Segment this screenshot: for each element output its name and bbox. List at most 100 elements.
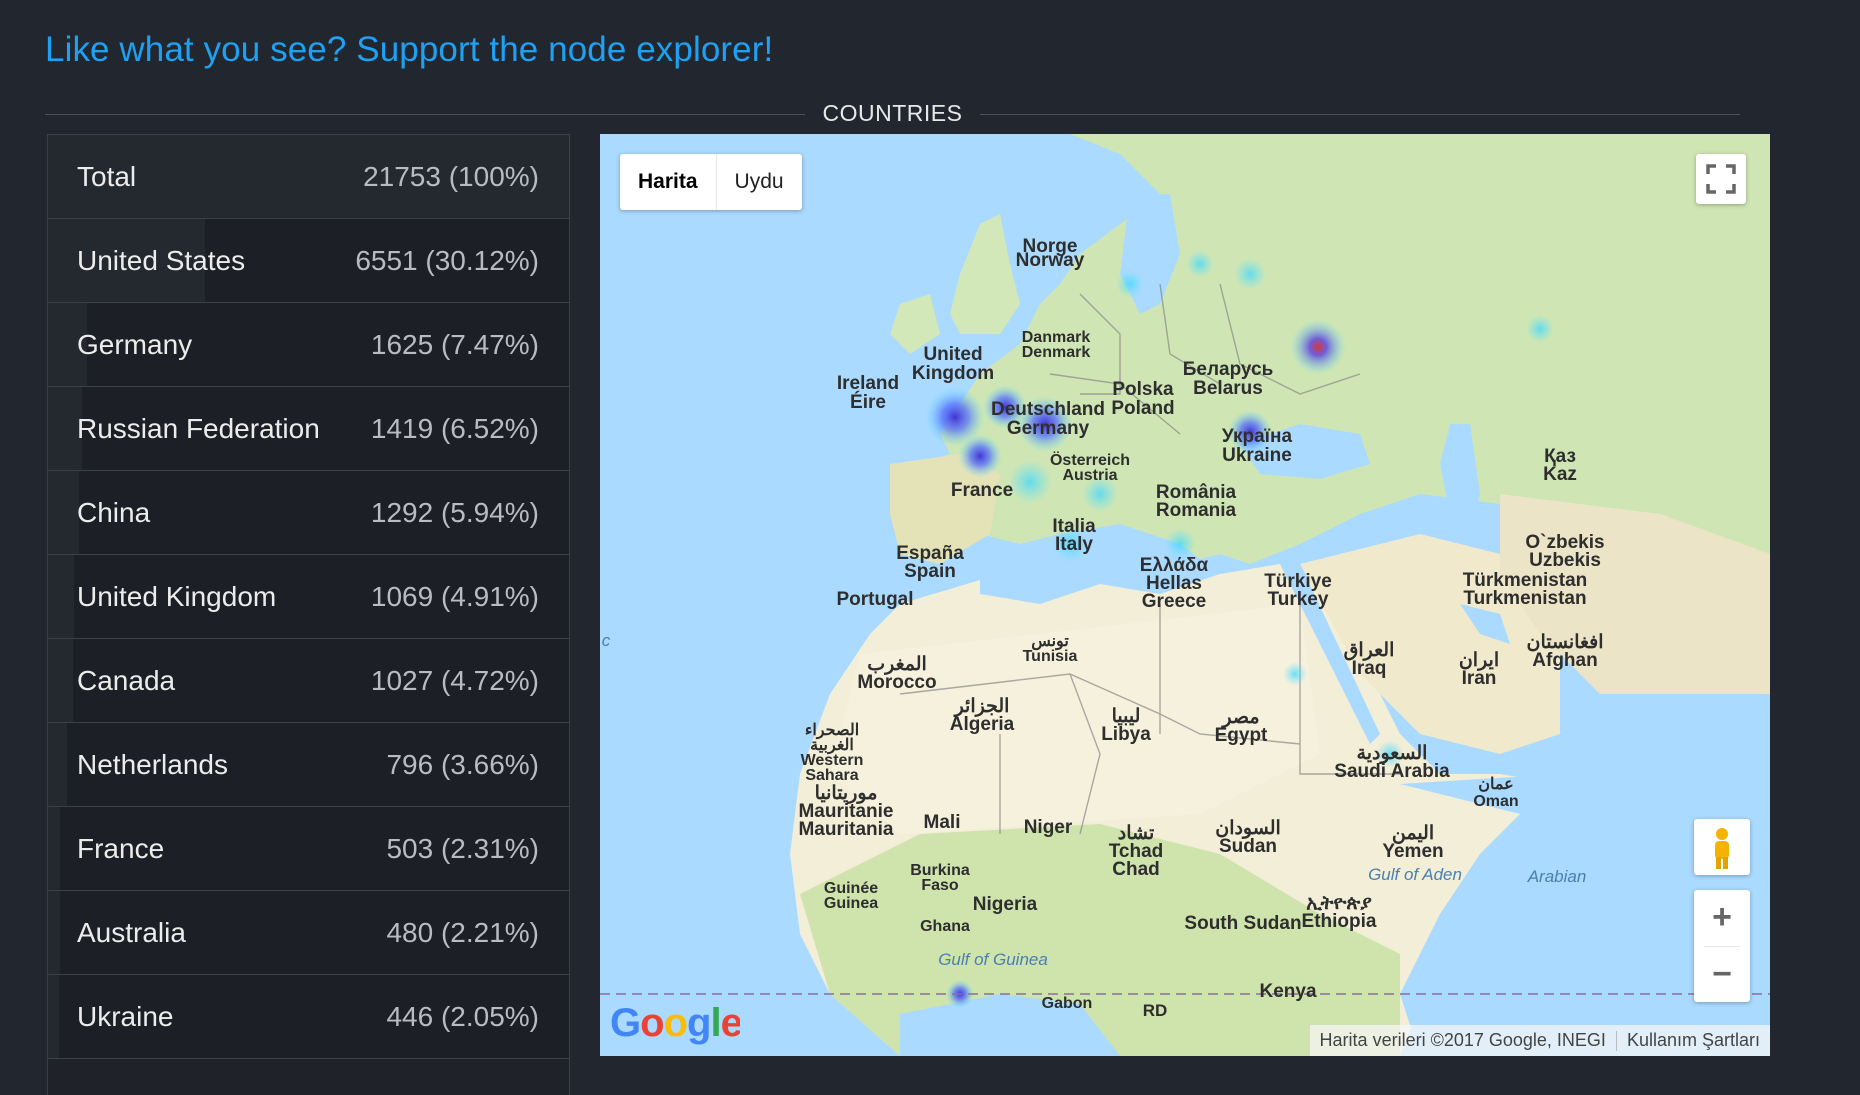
label-uk-2: Kingdom <box>912 363 994 384</box>
country-row: Russian Federation 1419 (6.52%) <box>48 387 569 471</box>
label-nigeria: Nigeria <box>973 894 1038 915</box>
country-row: Germany 1625 (7.47%) <box>48 303 569 387</box>
label-rd: RD <box>1143 1001 1168 1020</box>
google-logo-mark: Google <box>610 1001 740 1045</box>
country-name: United Kingdom <box>77 581 277 612</box>
label-germany: Germany <box>1007 418 1090 439</box>
country-count: 6551 (30.12%) <box>355 245 539 276</box>
label-iraq: Iraq <box>1352 658 1387 679</box>
zoom-control: + − <box>1694 890 1750 1002</box>
label-yemen: Yemen <box>1382 841 1443 862</box>
label-c-edge: c <box>602 631 611 650</box>
country-share-bar <box>48 639 73 722</box>
label-mali: Mali <box>924 812 961 833</box>
label-uk-1: United <box>923 344 982 365</box>
label-burkina-2: Faso <box>921 877 959 894</box>
label-gulf-guinea: Gulf of Guinea <box>938 950 1048 969</box>
label-romania: Romania <box>1156 500 1237 521</box>
label-ghana: Ghana <box>920 918 970 935</box>
map-type-roadmap-button[interactable]: Harita <box>620 154 717 210</box>
country-name: Germany <box>77 329 193 360</box>
label-chad-2: Chad <box>1112 859 1160 880</box>
fullscreen-button[interactable] <box>1696 154 1746 204</box>
country-row: Ukraine 446 (2.05%) <box>48 975 569 1059</box>
map-canvas[interactable]: Norge Norway Danmark Denmark United King… <box>600 134 1770 1056</box>
country-count: 1625 (7.47%) <box>370 329 539 360</box>
label-guinea-2: Guinea <box>824 895 878 912</box>
label-germany-native: Deutschland <box>991 399 1105 420</box>
label-belarus: Belarus <box>1193 378 1263 399</box>
label-kenya: Kenya <box>1259 981 1316 1002</box>
pegman-icon <box>1715 828 1729 869</box>
label-ukraine: Ukraine <box>1222 445 1292 466</box>
country-row: Canada 1027 (4.72%) <box>48 639 569 723</box>
label-ireland-native: Éire <box>850 391 886 413</box>
label-greece-2: Greece <box>1142 591 1206 612</box>
country-share-bar <box>48 555 74 638</box>
terms-link[interactable]: Kullanım Şartları <box>1617 1030 1770 1051</box>
country-count: 21753 (100%) <box>363 161 539 192</box>
label-poland-native: Polska <box>1112 379 1174 400</box>
label-tunisia: Tunisia <box>1023 648 1078 665</box>
zoom-in-button[interactable]: + <box>1694 890 1750 946</box>
country-row-total: Total 21753 (100%) <box>48 135 569 219</box>
country-count: 446 (2.05%) <box>386 1001 539 1032</box>
country-list: Total 21753 (100%) United States 6551 (30.1… <box>47 134 570 1095</box>
divider <box>980 114 1740 115</box>
label-portugal: Portugal <box>836 589 913 610</box>
country-row: France 503 (2.31%) <box>48 807 569 891</box>
country-name: China <box>77 497 151 528</box>
map-data-credit: Harita verileri ©2017 Google, INEGI <box>1319 1030 1606 1050</box>
svg-text:Google: Google <box>610 1001 740 1045</box>
support-link[interactable]: Like what you see? Support the node expl… <box>45 30 773 70</box>
world-map[interactable]: Norge Norway Danmark Denmark United King… <box>600 134 1770 1056</box>
country-count: 1419 (6.52%) <box>370 413 539 444</box>
label-gabon: Gabon <box>1042 995 1093 1012</box>
label-austria: Austria <box>1062 467 1117 484</box>
label-spain: Spain <box>904 561 956 582</box>
label-niger: Niger <box>1024 817 1073 838</box>
label-oman: Oman <box>1473 793 1518 810</box>
map-type-satellite-button[interactable]: Uydu <box>717 154 802 210</box>
country-row: Australia 480 (2.21%) <box>48 891 569 975</box>
label-turkmen: Turkmenistan <box>1463 588 1586 609</box>
country-name: Netherlands <box>77 749 228 780</box>
label-turkey: Turkey <box>1268 589 1329 610</box>
label-norway: Norway <box>1016 250 1085 271</box>
country-share-bar <box>48 723 68 806</box>
zoom-out-button[interactable]: − <box>1694 947 1750 1003</box>
map-type-control: Harita Uydu <box>620 154 802 210</box>
country-row: United Kingdom 1069 (4.91%) <box>48 555 569 639</box>
label-arabian: Arabian <box>1527 867 1587 886</box>
label-belarus-native: Беларусь <box>1183 359 1274 380</box>
label-ireland: Ireland <box>837 373 899 394</box>
label-oman-native: عمان <box>1478 776 1513 793</box>
label-denmark: Denmark <box>1022 344 1091 361</box>
country-count: 1292 (5.94%) <box>370 497 539 528</box>
section-header: COUNTRIES <box>45 98 1740 128</box>
label-italy: Italy <box>1055 534 1093 555</box>
country-count: 480 (2.21%) <box>386 917 539 948</box>
country-row: United States 6551 (30.12%) <box>48 219 569 303</box>
label-south-sudan: South Sudan <box>1184 913 1301 934</box>
country-row: China 1292 (5.94%) <box>48 471 569 555</box>
country-name: Total <box>77 161 137 192</box>
country-count: 1027 (4.72%) <box>370 665 539 696</box>
label-egypt: Egypt <box>1215 725 1268 746</box>
label-kaz-2: Kaz <box>1543 464 1577 485</box>
label-ethiopia: Ethiopia <box>1302 911 1377 932</box>
country-name: Russian Federation <box>77 413 320 444</box>
label-mauritania-2: Mauritania <box>798 819 893 840</box>
fullscreen-icon <box>1706 164 1736 194</box>
country-name: France <box>77 833 165 864</box>
uk-land <box>950 214 1020 334</box>
country-name: Ukraine <box>77 1001 174 1032</box>
country-share-bar <box>48 891 60 974</box>
street-view-pegman-button[interactable] <box>1694 819 1750 875</box>
label-ukraine-native: Україна <box>1222 426 1293 447</box>
label-uzbek: Uzbekis <box>1529 550 1601 571</box>
country-share-bar <box>48 975 59 1058</box>
country-name: United States <box>77 245 246 276</box>
label-libya: Libya <box>1101 724 1151 745</box>
label-france: France <box>951 480 1013 501</box>
